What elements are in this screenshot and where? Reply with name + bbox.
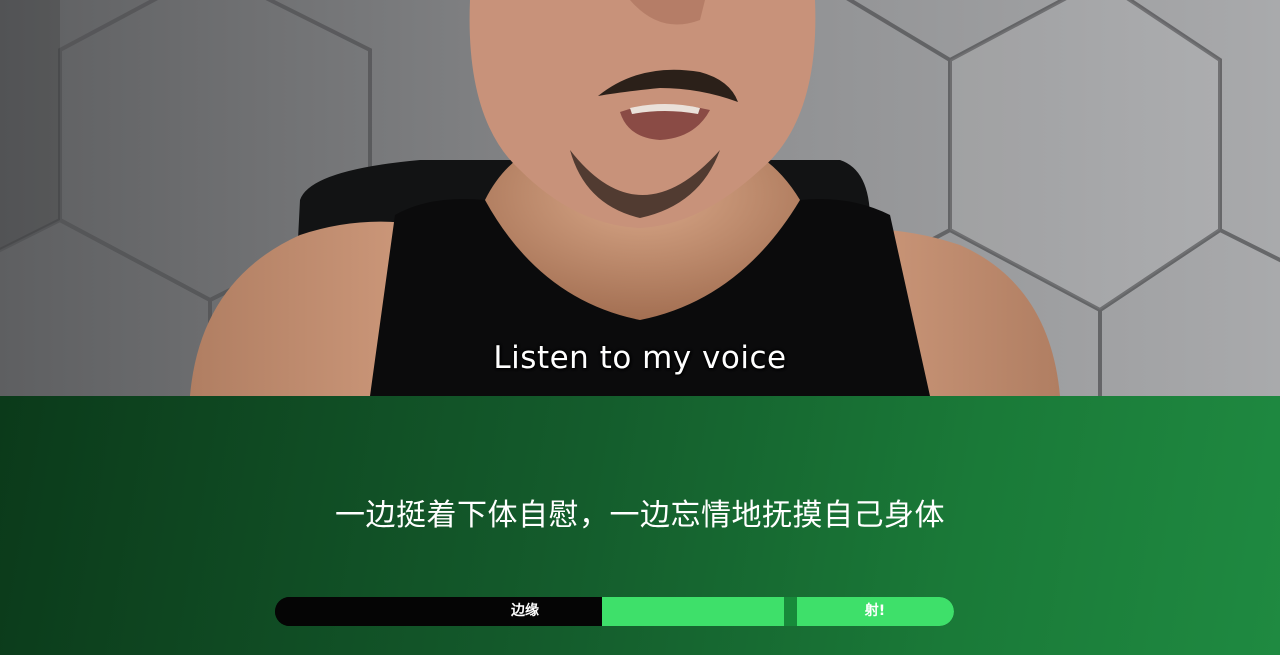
instruction-text: 一边挺着下体自慰，一边忘情地抚摸自己身体 bbox=[335, 498, 945, 533]
dialogue-panel: 一边挺着下体自慰，一边忘情地抚摸自己身体 边缘 射! bbox=[0, 396, 1280, 655]
game-screen: Listen to my voice 一边挺着下体自慰，一边忘情地抚摸自己身体 … bbox=[0, 0, 1280, 655]
edge-label: 边缘 bbox=[511, 603, 539, 619]
meter-marker bbox=[784, 597, 797, 626]
video-frame: Listen to my voice bbox=[0, 0, 1280, 396]
shoot-label: 射! bbox=[864, 603, 886, 619]
arousal-meter[interactable]: 边缘 射! bbox=[275, 597, 954, 626]
meter-edge-zone[interactable] bbox=[602, 597, 784, 626]
video-subtitle: Listen to my voice bbox=[493, 340, 787, 376]
video-scene-image bbox=[0, 0, 1280, 396]
